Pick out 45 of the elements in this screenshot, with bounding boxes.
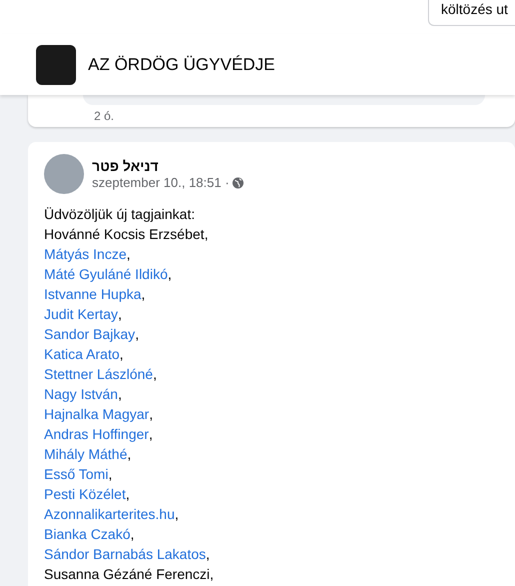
post-text: Üdvözöljük új tagjainkat: bbox=[44, 205, 195, 224]
member-link[interactable]: Katica Arato bbox=[44, 344, 120, 364]
member-link[interactable]: Stettner Lászlóné bbox=[44, 364, 153, 384]
comma: , bbox=[210, 565, 214, 584]
comma: , bbox=[108, 465, 112, 484]
member-link[interactable]: Máté Gyuláné Ildikó bbox=[44, 264, 168, 284]
member-link[interactable]: Judit Kertay bbox=[44, 304, 118, 324]
member-link[interactable]: Pesti Közélet bbox=[44, 484, 126, 504]
comma: , bbox=[118, 305, 122, 324]
comma: , bbox=[141, 285, 146, 304]
comma: , bbox=[118, 385, 122, 404]
member-name: Hovánné Kocsis Erzsébet bbox=[44, 225, 204, 244]
comment-time[interactable]: 2 ó. bbox=[94, 109, 114, 123]
member-name: Susanna Gézáné Ferenczi bbox=[44, 565, 210, 584]
member-link[interactable]: Esső Tomi bbox=[44, 464, 108, 484]
input-field[interactable]: költözés ut bbox=[428, 0, 515, 26]
member-link[interactable]: Nagy István bbox=[44, 384, 118, 404]
comma: , bbox=[148, 425, 153, 444]
comma: , bbox=[120, 345, 124, 364]
comma: , bbox=[149, 405, 153, 424]
comma: , bbox=[206, 545, 210, 564]
comma: , bbox=[168, 265, 172, 284]
avatar-placeholder[interactable] bbox=[44, 154, 84, 194]
comma: , bbox=[126, 485, 130, 504]
member-link[interactable]: Mátyás Incze bbox=[44, 244, 126, 264]
member-link[interactable]: Bianka Czakó bbox=[44, 524, 130, 544]
comma: , bbox=[130, 525, 134, 544]
comma: , bbox=[135, 325, 139, 344]
comma: , bbox=[152, 365, 157, 384]
globe-icon bbox=[232, 177, 244, 189]
member-link[interactable]: Mihály Máthé bbox=[44, 444, 128, 464]
comma: , bbox=[204, 225, 208, 244]
member-link[interactable]: Sándor Barnabás Lakatos bbox=[44, 544, 206, 564]
member-link[interactable]: Andras Hoffinger bbox=[44, 424, 149, 444]
comma: , bbox=[174, 505, 179, 524]
group-picture-placeholder[interactable] bbox=[36, 44, 76, 84]
member-link[interactable]: Sandor Bajkay bbox=[44, 324, 136, 344]
group-title[interactable]: AZ ÖRDÖG ÜGYVÉDJE bbox=[88, 52, 276, 78]
member-link[interactable]: Istvanne Hupka bbox=[44, 284, 142, 304]
member-link[interactable]: Hajnalka Magyar bbox=[44, 404, 150, 424]
post-time[interactable]: szeptember 10., 18:51 · bbox=[92, 175, 230, 191]
comma: , bbox=[127, 445, 132, 464]
comma: , bbox=[126, 245, 130, 264]
author-name[interactable]: דניאל פטר bbox=[92, 157, 158, 175]
member-link[interactable]: Azonnalikarterites.hu bbox=[44, 504, 175, 524]
